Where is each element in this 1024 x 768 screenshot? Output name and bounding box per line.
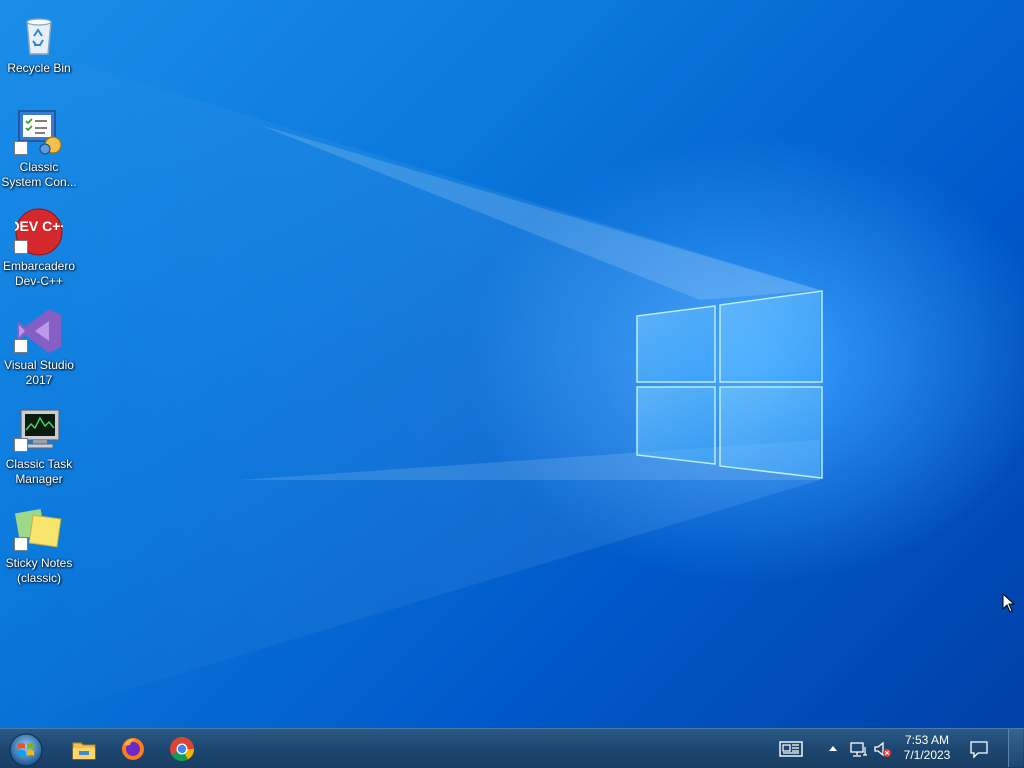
classic-system-control-label: Classic System Con...: [1, 160, 77, 189]
classic-task-manager-label: Classic Task Manager: [5, 457, 73, 486]
shortcut-arrow-icon: [14, 438, 28, 452]
shortcut-arrow-icon: [14, 141, 28, 155]
embarcadero-dev-cpp-label: Embarcadero Dev-C++: [2, 259, 76, 288]
sticky-notes-label: Sticky Notes (classic): [5, 556, 73, 585]
dev-cpp-logo-text: DEV C++: [15, 218, 63, 234]
desktop-icon-recycle-bin[interactable]: Recycle Bin: [0, 6, 78, 98]
notification-center-icon[interactable]: [969, 739, 989, 759]
show-desktop-button[interactable]: [1008, 729, 1023, 767]
recycle-bin-icon: [26, 18, 52, 55]
clock-date: 7/1/2023: [903, 748, 951, 762]
clock-time: 7:53 AM: [904, 733, 950, 747]
taskbar: 7:53 AM 7/1/2023: [0, 728, 1024, 768]
recycle-bin-label: Recycle Bin: [7, 61, 71, 75]
volume-muted-icon[interactable]: [872, 739, 892, 759]
desktop-icon-sticky-notes[interactable]: Sticky Notes (classic): [0, 501, 78, 593]
start-orb-icon[interactable]: [6, 731, 46, 767]
taskbar-clock[interactable]: 7:53 AM 7/1/2023: [898, 733, 956, 763]
mouse-cursor-icon: [1002, 593, 1016, 613]
news-widget-icon[interactable]: [779, 739, 803, 759]
desktop[interactable]: Recycle Bin Classic System Con... DEV C+…: [0, 0, 1024, 728]
shortcut-arrow-icon: [14, 240, 28, 254]
chevron-up-icon[interactable]: [826, 739, 840, 759]
chrome-icon[interactable]: [168, 735, 196, 763]
shortcut-arrow-icon: [14, 537, 28, 551]
desktop-icon-embarcadero-dev-cpp[interactable]: DEV C++ Embarcadero Dev-C++: [0, 204, 78, 296]
desktop-icon-classic-system-control[interactable]: Classic System Con...: [0, 105, 78, 197]
desktop-icon-classic-task-manager[interactable]: Classic Task Manager: [0, 402, 78, 494]
desktop-icon-visual-studio[interactable]: Visual Studio 2017: [0, 303, 78, 395]
windows-wallpaper: [0, 40, 823, 728]
network-icon[interactable]: [849, 739, 869, 759]
firefox-icon[interactable]: [119, 735, 147, 763]
file-explorer-icon[interactable]: [70, 735, 98, 763]
shortcut-arrow-icon: [14, 339, 28, 353]
visual-studio-label: Visual Studio 2017: [4, 358, 74, 387]
